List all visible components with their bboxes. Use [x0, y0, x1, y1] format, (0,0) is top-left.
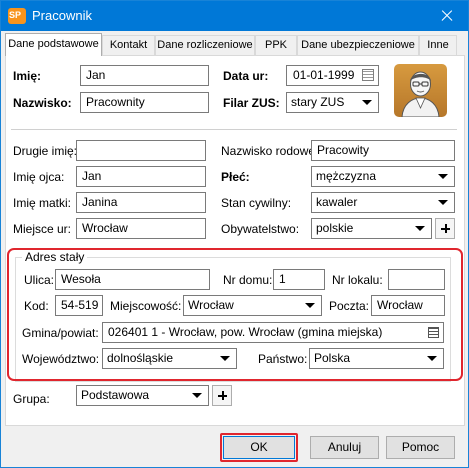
plec-label: Płeć:	[221, 170, 250, 184]
tab-ppk[interactable]: PPK	[255, 35, 297, 55]
employee-photo[interactable]	[394, 64, 447, 117]
nazwisko-rodowe-field[interactable]: Pracowity	[311, 140, 455, 161]
data-ur-label: Data ur:	[223, 69, 269, 83]
filar-zus-select[interactable]: stary ZUS	[286, 92, 379, 113]
obywatelstwo-select[interactable]: polskie	[311, 218, 432, 239]
tab-dane-rozliczeniowe[interactable]: Dane rozliczeniowe	[155, 35, 255, 55]
section-divider	[11, 129, 457, 130]
stan-cywilny-select[interactable]: kawaler	[311, 192, 455, 213]
miejsce-ur-field[interactable]: Wrocław	[76, 218, 206, 239]
grupa-label: Grupa:	[13, 392, 50, 406]
chevron-down-icon	[438, 174, 448, 179]
chevron-down-icon	[415, 226, 425, 231]
nazwisko-label: Nazwisko:	[13, 96, 72, 110]
employee-dialog: SP Pracownik Dane podstawowe Kontakt Dan…	[0, 0, 469, 468]
imie-matki-field[interactable]: Janina	[76, 192, 206, 213]
nazwisko-rodowe-label: Nazwisko rodowe:	[221, 144, 319, 158]
stan-cywilny-label: Stan cywilny:	[221, 196, 292, 210]
plec-select[interactable]: mężczyzna	[311, 166, 455, 187]
address-highlight	[7, 248, 463, 381]
ok-highlight	[220, 433, 298, 462]
add-grupa-button[interactable]	[212, 385, 232, 406]
app-logo-icon: SP	[8, 8, 26, 24]
calendar-icon[interactable]	[362, 69, 374, 81]
help-button[interactable]: Pomoc	[386, 436, 455, 459]
nazwisko-field[interactable]: Pracownity	[80, 92, 209, 113]
add-obywatelstwo-button[interactable]	[435, 218, 455, 239]
imie-matki-label: Imię matki:	[13, 196, 72, 210]
chevron-down-icon	[362, 100, 372, 105]
drugie-imie-field[interactable]	[76, 140, 206, 161]
imie-field[interactable]: Jan	[80, 65, 209, 86]
close-icon[interactable]	[430, 4, 464, 28]
chevron-down-icon	[438, 200, 448, 205]
tab-inne[interactable]: Inne	[419, 35, 457, 55]
imie-label: Imię:	[13, 69, 42, 83]
title-bar[interactable]: SP Pracownik	[1, 1, 468, 31]
plec-value: mężczyzna	[316, 169, 377, 183]
grupa-value: Podstawowa	[81, 388, 150, 402]
imie-ojca-label: Imię ojca:	[13, 170, 65, 184]
window-title: Pracownik	[32, 8, 92, 23]
obywatelstwo-label: Obywatelstwo:	[221, 222, 300, 236]
grupa-select[interactable]: Podstawowa	[76, 385, 209, 406]
birth-date-field[interactable]: 01-01-1999	[286, 65, 379, 86]
tab-dane-podstawowe[interactable]: Dane podstawowe	[5, 33, 102, 56]
person-avatar-icon	[401, 71, 440, 117]
tab-kontakt[interactable]: Kontakt	[102, 35, 155, 55]
stan-cywilny-value: kawaler	[316, 195, 358, 209]
filar-zus-label: Filar ZUS:	[223, 96, 280, 110]
imie-ojca-field[interactable]: Jan	[76, 166, 206, 187]
filar-zus-value: stary ZUS	[291, 95, 345, 109]
obywatelstwo-value: polskie	[316, 221, 354, 235]
miejsce-ur-label: Miejsce ur:	[13, 222, 72, 236]
cancel-button[interactable]: Anuluj	[310, 436, 379, 459]
chevron-down-icon	[192, 393, 202, 398]
drugie-imie-label: Drugie imię:	[13, 144, 78, 158]
birth-date-value: 01-01-1999	[293, 68, 355, 82]
tab-dane-ubezpieczeniowe[interactable]: Dane ubezpieczeniowe	[297, 35, 419, 55]
